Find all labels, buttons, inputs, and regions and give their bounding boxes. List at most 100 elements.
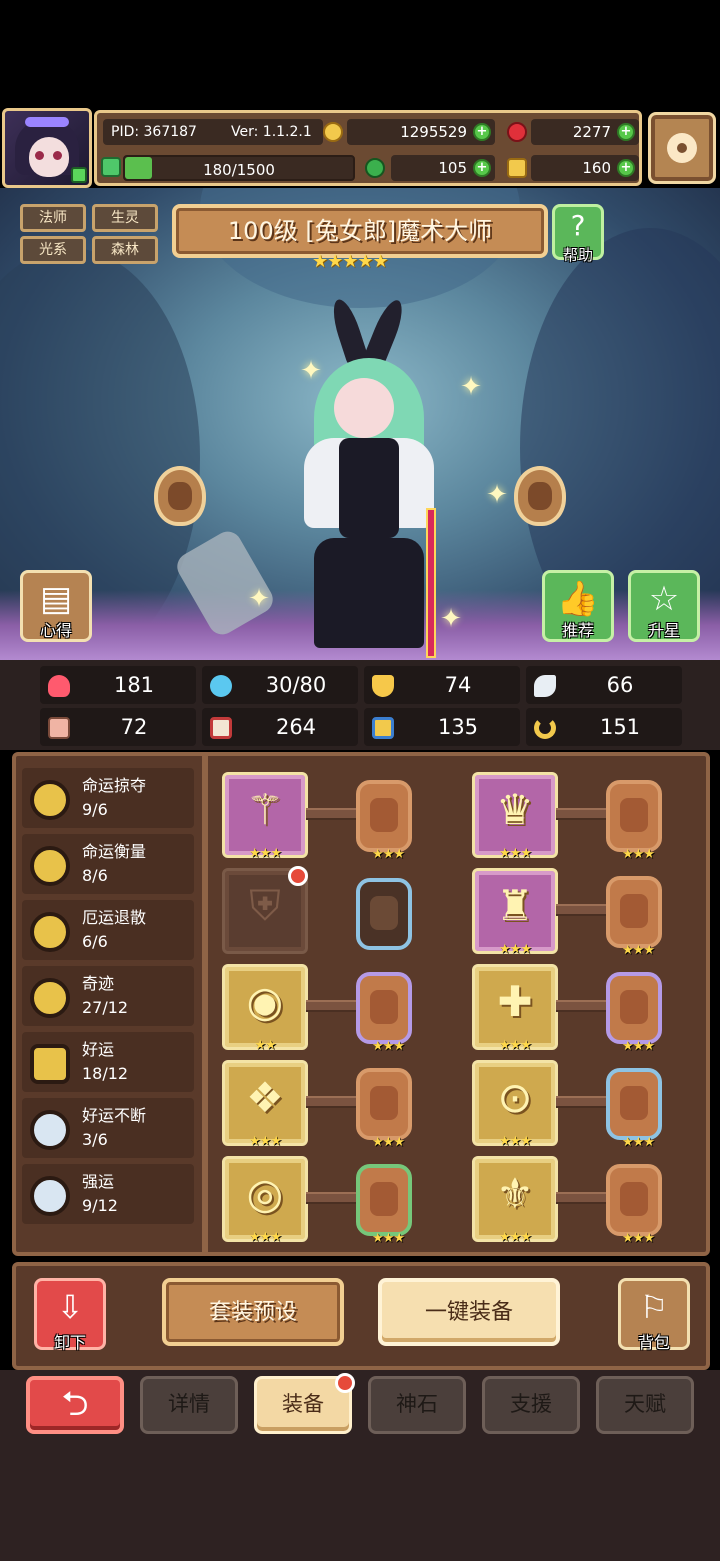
sparkle-icon: ✦ [300,356,322,386]
star-up-label: 升星 [647,621,680,640]
hp-value: 181 [113,673,155,697]
backpack-button[interactable]: ⚐ 背包 [618,1278,690,1352]
character-title: 100级 [兔女郎]魔术大师 [172,204,548,258]
staff-icon: ⚚ [246,785,284,834]
notification-dot [288,866,308,886]
clover-amount: 105 [438,159,467,177]
horseshoe-icon [534,717,556,739]
add-gold-button[interactable]: + [473,123,491,141]
bottom-navigation: ⮌ 详情 装备 神石 支援 天赋 [0,1370,720,1561]
equip-slot-chest[interactable]: ❖ ★★★ [222,1060,308,1149]
rune-slot[interactable]: ★★★ [356,1068,412,1150]
fist-icon [48,717,70,739]
shield-medal-icon [30,1044,70,1084]
scroll-icon: ▤ [39,579,73,619]
sparkle-icon: ✦ [440,604,462,634]
stat-resist: 135 [364,708,520,746]
rune-slot[interactable]: ★★★ [606,780,662,862]
help-button[interactable]: ? 帮助 [552,204,604,264]
clover-row: 105 + [391,155,495,181]
gold-row: 1295529 + [347,119,495,145]
luck-value: 151 [599,715,641,739]
clover-icon [365,158,385,178]
stat-mana: 30/80 [202,666,358,704]
set-preset-button[interactable]: 套装预设 [162,1278,344,1346]
rune-slot[interactable]: ★★★ [606,972,662,1054]
equip-slot-helmet[interactable]: ♛ ★★★ [472,772,558,861]
ruby-gem-icon [507,122,527,142]
tab-divine-stone[interactable]: 神石 [368,1376,466,1434]
set-item[interactable]: 命运衡量 8/6 [22,834,194,894]
tag-race: 生灵 [92,204,158,232]
rune-slot-empty[interactable] [356,878,412,950]
backpack-icon: ⚐ [639,1288,669,1326]
player-avatar[interactable] [2,108,92,188]
set-item[interactable]: 厄运退散 6/6 [22,900,194,960]
auto-equip-button[interactable]: 一键装备 [378,1278,560,1346]
settings-button[interactable] [648,112,716,184]
stat-attack: 72 [40,708,196,746]
left-rune-icon[interactable] [154,466,206,526]
tab-support[interactable]: 支援 [482,1376,580,1434]
exp-icon [101,157,121,177]
key-amount: 160 [582,159,611,177]
sparkle-icon: ✦ [248,584,270,614]
rune-slot[interactable]: ★★★ [356,972,412,1054]
add-gem-button[interactable]: + [617,123,635,141]
rune-slot[interactable]: ★★★ [606,876,662,958]
unequip-button[interactable]: ⇩ 卸下 [34,1278,106,1352]
rune-slot[interactable]: ★★★ [356,780,412,862]
horseshoe-medal-icon [30,912,70,952]
stat-hp: 181 [40,666,196,704]
tab-details[interactable]: 详情 [140,1376,238,1434]
back-button[interactable]: ⮌ [26,1376,124,1434]
rune-slot[interactable]: ★★★ [606,1164,662,1246]
rune-slot[interactable]: ★★★ [356,1164,412,1246]
horseshoe-medal-icon [30,846,70,886]
star-up-button[interactable]: ☆ 升星 [628,570,700,642]
sparkle-icon: ✦ [486,480,508,510]
set-item[interactable]: 奇迹 27/12 [22,966,194,1026]
thumbs-up-icon: 👍 [556,579,600,619]
game-version: Ver: 1.1.2.1 [231,124,312,140]
equipment-actions: ⇩ 卸下 套装预设 一键装备 ⚐ 背包 [12,1262,710,1370]
shield-placeholder-icon: ⛨ [249,881,281,930]
add-clover-button[interactable]: + [473,159,491,177]
boots-icon: ⚜ [496,1169,534,1218]
unequip-label: 卸下 [53,1333,86,1352]
notes-button[interactable]: ▤ 心得 [20,570,92,642]
right-rune-icon[interactable] [514,466,566,526]
helmet-icon: ♛ [496,785,534,834]
resist-value: 135 [437,715,479,739]
mana-value: 30/80 [265,673,327,697]
shield-icon [372,675,394,697]
stat-speed: 66 [526,666,682,704]
equip-slot-weapon[interactable]: ⚚ ★★★ [222,772,308,861]
silver-medal-icon [30,1176,70,1216]
equip-slot-necklace[interactable]: ◉ ★★ [222,964,308,1053]
exp-value: 180/1500 [203,161,275,179]
equip-slot-armor[interactable]: ♜ ★★★ [472,868,558,957]
equip-slot-ring[interactable]: ◎ ★★★ [222,1156,308,1245]
backpack-label: 背包 [637,1333,670,1352]
character-scene: 法师 生灵 光系 森林 100级 [兔女郎]魔术大师 ★★★★★ ? 帮助 ✦ … [0,188,720,660]
rune-slot[interactable]: ★★★ [606,1068,662,1150]
recommend-button[interactable]: 👍 推荐 [542,570,614,642]
add-key-button[interactable]: + [617,159,635,177]
equipment-panel: 命运掠夺 9/6 命运衡量 8/6 厄运退散 6/6 奇迹 27/12 好运 1… [12,752,710,1256]
key-row: 160 + [531,155,639,181]
gear-icon [667,133,697,163]
set-item[interactable]: 命运掠夺 9/6 [22,768,194,828]
question-icon: ? [570,209,586,242]
set-item[interactable]: 好运 18/12 [22,1032,194,1092]
set-item[interactable]: 强运 9/12 [22,1164,194,1224]
speed-value: 66 [606,673,634,697]
tab-equipment[interactable]: 装备 [254,1373,355,1434]
set-item[interactable]: 好运不断 3/6 [22,1098,194,1158]
recommend-label: 推荐 [561,621,594,640]
equip-slot-boots[interactable]: ⚜ ★★★ [472,1156,558,1245]
necklace-icon: ◉ [246,977,284,1026]
equip-slot-belt[interactable]: ⊙ ★★★ [472,1060,558,1149]
tab-talent[interactable]: 天赋 [596,1376,694,1434]
equip-slot-bracer[interactable]: ✚ ★★★ [472,964,558,1053]
